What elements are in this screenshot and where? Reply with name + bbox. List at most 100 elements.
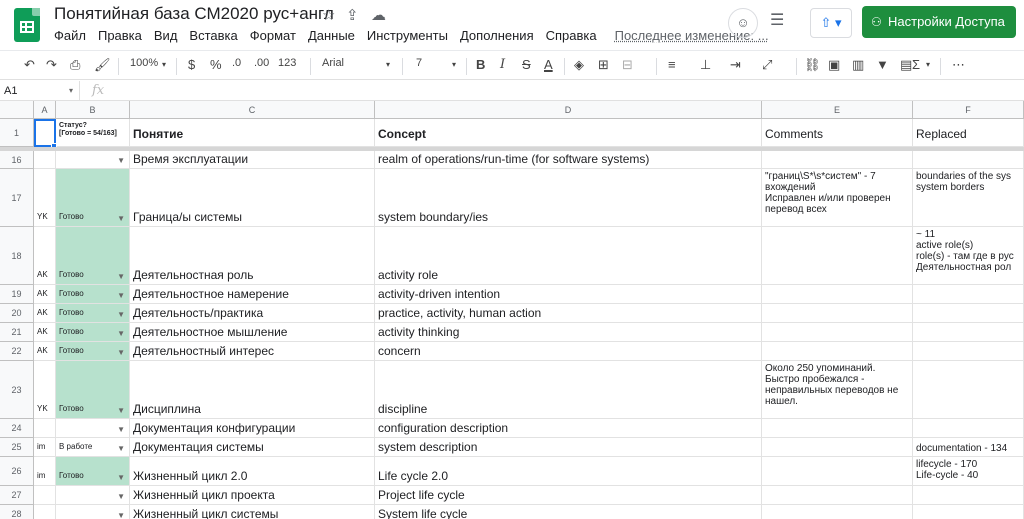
filter-icon[interactable]: ▼ bbox=[876, 57, 889, 72]
concept-ru-cell[interactable]: Дисциплина bbox=[130, 361, 375, 419]
concept-ru-cell[interactable]: Деятельностная роль bbox=[130, 227, 375, 285]
undo-icon[interactable]: ↶ bbox=[24, 57, 35, 73]
comments-cell[interactable] bbox=[762, 227, 913, 285]
concept-ru-cell[interactable]: Документация системы bbox=[130, 438, 375, 457]
row-header[interactable]: 19 bbox=[0, 285, 34, 304]
comments-cell[interactable] bbox=[762, 457, 913, 486]
formula-input[interactable] bbox=[116, 81, 1024, 101]
initials-cell[interactable]: im bbox=[34, 457, 56, 486]
initials-cell[interactable] bbox=[34, 419, 56, 438]
status-cell[interactable]: Готово ▼ bbox=[56, 361, 130, 419]
present-button[interactable]: ⇧ ▾ bbox=[810, 8, 852, 38]
status-cell[interactable]: Готово ▼ bbox=[56, 342, 130, 361]
merge-cells-icon[interactable]: ⊟ bbox=[622, 57, 633, 73]
status-cell[interactable]: Готово ▼ bbox=[56, 285, 130, 304]
column-header-e[interactable]: E bbox=[762, 101, 913, 119]
concept-en-cell[interactable]: system description bbox=[375, 438, 762, 457]
functions-dropdown-icon[interactable]: ▾ bbox=[926, 60, 930, 69]
name-box-dropdown-icon[interactable]: ▾ bbox=[69, 81, 73, 101]
cloud-status-icon[interactable]: ☁ bbox=[371, 6, 386, 24]
strikethrough-button[interactable]: S bbox=[522, 57, 531, 72]
spreadsheet-grid[interactable]: A B C D E F 1 Статус? [Готово = 54/163] … bbox=[0, 101, 1024, 519]
status-dropdown-icon[interactable]: ▼ bbox=[117, 492, 125, 501]
comments-cell[interactable] bbox=[762, 151, 913, 169]
replaced-cell[interactable] bbox=[913, 285, 1024, 304]
share-button[interactable]: ⚇ Настройки Доступа bbox=[862, 6, 1016, 38]
concept-en-cell[interactable]: activity role bbox=[375, 227, 762, 285]
status-dropdown-icon[interactable]: ▼ bbox=[117, 473, 125, 482]
replaced-cell[interactable] bbox=[913, 419, 1024, 438]
initials-cell[interactable]: AK bbox=[34, 323, 56, 342]
print-icon[interactable]: ⎙ bbox=[70, 57, 80, 73]
concept-en-cell[interactable]: system boundary/ies bbox=[375, 169, 762, 227]
replaced-cell[interactable]: boundaries of the sys system borders bbox=[913, 169, 1024, 227]
concept-en-cell[interactable]: activity thinking bbox=[375, 323, 762, 342]
decrease-decimal-button[interactable]: .0 bbox=[232, 57, 241, 69]
status-header-cell[interactable]: Статус? [Готово = 54/163] bbox=[56, 119, 130, 147]
row-header[interactable]: 18 bbox=[0, 227, 34, 285]
status-dropdown-icon[interactable]: ▼ bbox=[117, 329, 125, 338]
status-dropdown-icon[interactable]: ▼ bbox=[117, 310, 125, 319]
initials-cell[interactable]: AK bbox=[34, 285, 56, 304]
column-header-c[interactable]: C bbox=[130, 101, 375, 119]
status-cell[interactable]: Готово ▼ bbox=[56, 457, 130, 486]
comments-cell[interactable]: "границ\S*\s*систем" - 7 вхождений Испра… bbox=[762, 169, 913, 227]
insert-chart-icon[interactable]: ▥ bbox=[852, 57, 864, 73]
document-title[interactable]: Понятийная база СМ2020 рус+англ bbox=[54, 4, 334, 24]
percent-format-button[interactable]: % bbox=[210, 57, 222, 72]
column-header-b[interactable]: B bbox=[56, 101, 130, 119]
initials-cell[interactable]: YK bbox=[34, 361, 56, 419]
comments-cell[interactable] bbox=[762, 285, 913, 304]
comments-cell[interactable] bbox=[762, 342, 913, 361]
replaced-cell[interactable] bbox=[913, 486, 1024, 505]
status-cell[interactable]: Готово ▼ bbox=[56, 227, 130, 285]
menu-help[interactable]: Справка bbox=[540, 28, 603, 43]
concept-ru-cell[interactable]: Время эксплуатации bbox=[130, 151, 375, 169]
redo-icon[interactable]: ↷ bbox=[46, 57, 57, 73]
row-header[interactable]: 22 bbox=[0, 342, 34, 361]
bold-button[interactable]: B bbox=[476, 57, 485, 72]
status-cell[interactable]: Готово ▼ bbox=[56, 169, 130, 227]
replaced-cell[interactable] bbox=[913, 342, 1024, 361]
concept-ru-cell[interactable]: Деятельность/практика bbox=[130, 304, 375, 323]
zoom-dropdown-icon[interactable]: ▾ bbox=[162, 60, 166, 69]
row-header[interactable]: 27 bbox=[0, 486, 34, 505]
status-dropdown-icon[interactable]: ▼ bbox=[117, 348, 125, 357]
horizontal-align-icon[interactable]: ≡ bbox=[668, 57, 676, 72]
move-folder-icon[interactable]: ⇪ bbox=[346, 6, 359, 24]
status-dropdown-icon[interactable]: ▼ bbox=[117, 444, 125, 453]
font-size-dropdown-icon[interactable]: ▾ bbox=[452, 60, 456, 69]
status-dropdown-icon[interactable]: ▼ bbox=[117, 406, 125, 415]
concept-en-cell[interactable]: practice, activity, human action bbox=[375, 304, 762, 323]
replaced-header-cell[interactable]: Replaced bbox=[913, 119, 1024, 147]
menu-format[interactable]: Формат bbox=[244, 28, 302, 43]
select-all-corner[interactable] bbox=[0, 101, 34, 119]
initials-cell[interactable]: AK bbox=[34, 304, 56, 323]
concept-en-cell[interactable]: System life cycle bbox=[375, 505, 762, 519]
filter-views-icon[interactable]: ▤ bbox=[900, 57, 912, 73]
more-options-icon[interactable]: ⋯ bbox=[952, 57, 965, 73]
initials-cell[interactable]: AK bbox=[34, 227, 56, 285]
concept-en-cell[interactable]: concern bbox=[375, 342, 762, 361]
row-header[interactable]: 25 bbox=[0, 438, 34, 457]
status-dropdown-icon[interactable]: ▼ bbox=[117, 511, 125, 519]
font-dropdown-icon[interactable]: ▾ bbox=[386, 60, 390, 69]
comments-icon[interactable]: ☰ bbox=[770, 10, 784, 30]
comments-cell[interactable] bbox=[762, 304, 913, 323]
row-header[interactable]: 26 bbox=[0, 457, 34, 486]
status-dropdown-icon[interactable]: ▼ bbox=[117, 272, 125, 281]
row-header[interactable]: 17 bbox=[0, 169, 34, 227]
row-header[interactable]: 16 bbox=[0, 151, 34, 169]
status-cell[interactable]: ▼ bbox=[56, 151, 130, 169]
replaced-cell[interactable]: ~ 11 active role(s) role(s) - там где в … bbox=[913, 227, 1024, 285]
status-cell[interactable]: Готово ▼ bbox=[56, 323, 130, 342]
concept-en-cell[interactable]: discipline bbox=[375, 361, 762, 419]
concept-ru-header-cell[interactable]: Понятие bbox=[130, 119, 375, 147]
increase-decimal-button[interactable]: .00 bbox=[254, 57, 269, 69]
row-header[interactable]: 1 bbox=[0, 119, 34, 147]
currency-format-button[interactable]: $ bbox=[188, 57, 195, 72]
column-header-a[interactable]: A bbox=[34, 101, 56, 119]
row-header[interactable]: 24 bbox=[0, 419, 34, 438]
text-rotation-icon[interactable]: ⤢ bbox=[762, 57, 772, 73]
vertical-align-icon[interactable]: ⊥ bbox=[700, 57, 711, 73]
